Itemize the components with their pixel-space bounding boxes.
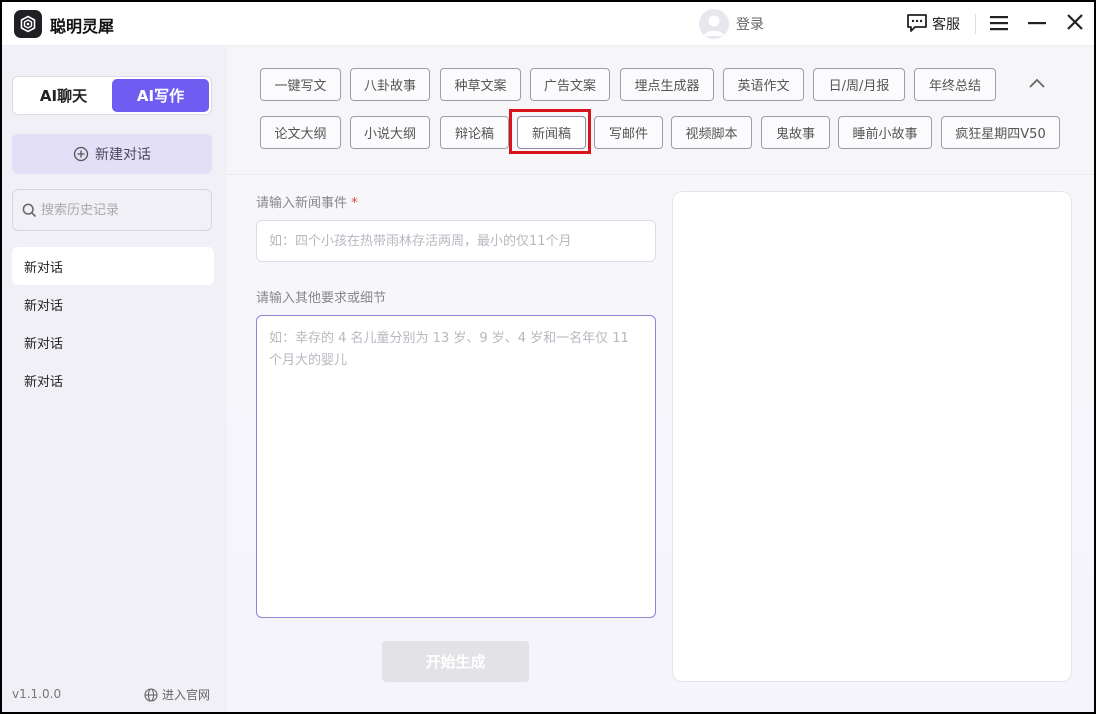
tag-debate-speech[interactable]: 辩论稿 — [440, 116, 509, 149]
tag-bedtime-story[interactable]: 睡前小故事 — [838, 116, 932, 149]
close-icon[interactable] — [1066, 13, 1084, 35]
app-window: 聪明灵犀 登录 客服 AI聊天 AI写作 新建对话 搜索历史记录 新对话 新对话… — [2, 2, 1094, 712]
history-search-box — [12, 189, 212, 231]
mode-toggle: AI聊天 AI写作 — [12, 76, 212, 115]
main-content: 一键写文 八卦故事 种草文案 广告文案 埋点生成器 英语作文 日/周/月报 年终… — [227, 47, 1094, 712]
history-item[interactable]: 新对话 — [12, 323, 214, 361]
detail-textarea[interactable] — [256, 315, 656, 618]
tag-novel-outline[interactable]: 小说大纲 — [350, 116, 430, 149]
history-item[interactable]: 新对话 — [12, 247, 214, 285]
globe-icon — [144, 687, 158, 702]
minimize-icon[interactable] — [1028, 15, 1046, 35]
menu-icon[interactable] — [990, 15, 1008, 35]
version-label: v1.1.0.0 — [12, 687, 62, 701]
mode-ai-chat-button[interactable]: AI聊天 — [15, 79, 112, 112]
output-panel — [672, 191, 1072, 682]
tag-tracking-generator[interactable]: 埋点生成器 — [620, 68, 714, 101]
required-mark: * — [351, 196, 358, 211]
tag-periodic-report[interactable]: 日/周/月报 — [813, 68, 905, 101]
tag-gossip-story[interactable]: 八卦故事 — [350, 68, 430, 101]
event-label-text: 请输入新闻事件 — [256, 196, 348, 211]
tag-year-end-summary[interactable]: 年终总结 — [914, 68, 996, 101]
history-search-input[interactable] — [41, 191, 209, 229]
new-chat-button[interactable]: 新建对话 — [12, 134, 212, 174]
event-label: 请输入新闻事件 * — [256, 192, 358, 211]
start-generate-button[interactable]: 开始生成 — [382, 641, 529, 682]
tag-ad-copy[interactable]: 广告文案 — [530, 68, 610, 101]
mode-ai-write-button[interactable]: AI写作 — [112, 79, 209, 112]
news-event-input[interactable] — [256, 220, 656, 262]
tag-video-script[interactable]: 视频脚本 — [671, 116, 752, 149]
user-avatar[interactable] — [699, 9, 729, 39]
history-item[interactable]: 新对话 — [12, 285, 214, 323]
titlebar-divider — [975, 14, 976, 34]
tag-write-email[interactable]: 写邮件 — [594, 116, 663, 149]
tag-english-essay[interactable]: 英语作文 — [723, 68, 804, 101]
sidebar: AI聊天 AI写作 新建对话 新对话 新对话 新对话 新对话 v1.1.0.0 — [2, 47, 227, 712]
login-link[interactable]: 登录 — [736, 14, 764, 34]
plus-circle-icon — [73, 146, 89, 162]
template-tag-bar: 一键写文 八卦故事 种草文案 广告文案 埋点生成器 英语作文 日/周/月报 年终… — [227, 47, 1094, 175]
tag-seeding-copy[interactable]: 种草文案 — [440, 68, 521, 101]
tag-ghost-story[interactable]: 鬼故事 — [761, 116, 830, 149]
website-link[interactable]: 进入官网 — [144, 686, 210, 703]
selection-highlight-box — [509, 109, 591, 154]
tag-one-click-write[interactable]: 一键写文 — [260, 68, 341, 101]
search-icon — [22, 203, 37, 218]
history-item[interactable]: 新对话 — [12, 361, 214, 399]
tag-paper-outline[interactable]: 论文大纲 — [260, 116, 341, 149]
tag-crazy-thursday[interactable]: 疯狂星期四V50 — [941, 116, 1060, 149]
app-title: 聪明灵犀 — [50, 17, 115, 36]
detail-label: 请输入其他要求或细节 — [256, 291, 387, 306]
title-bar: 聪明灵犀 登录 客服 — [2, 2, 1094, 46]
website-label: 进入官网 — [162, 688, 211, 702]
app-logo-icon — [14, 10, 42, 38]
new-chat-label: 新建对话 — [95, 147, 151, 163]
chevron-up-icon[interactable] — [1028, 77, 1046, 91]
customer-service-link[interactable]: 客服 — [932, 14, 960, 34]
chat-bubble-icon[interactable] — [906, 13, 928, 37]
